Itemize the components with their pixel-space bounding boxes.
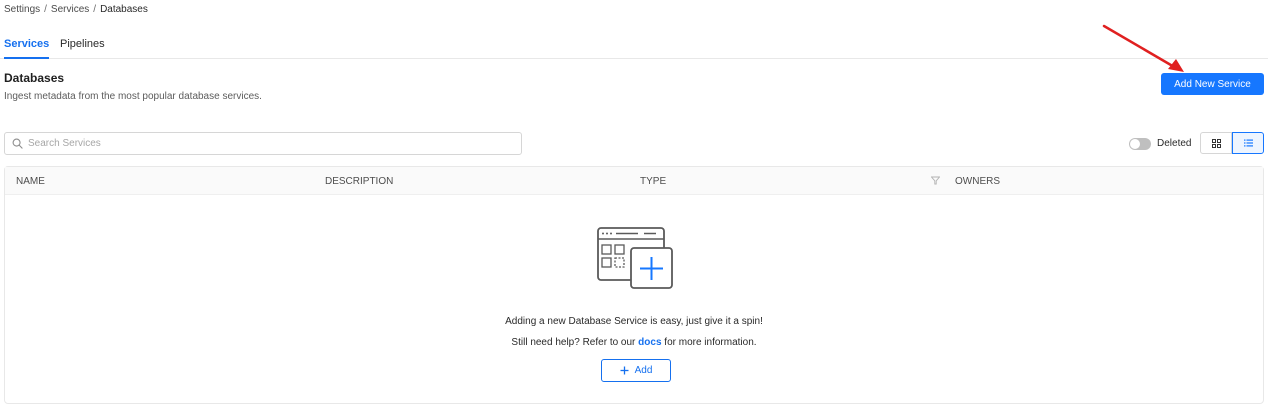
deleted-toggle[interactable] [1129,138,1151,150]
add-button[interactable]: Add [601,359,671,382]
toggle-knob [1130,139,1140,149]
column-header-type: TYPE [640,176,667,187]
page-subtitle: Ingest metadata from the most popular da… [4,91,262,102]
search-input[interactable] [28,138,508,149]
help-prefix: Still need help? Refer to our [511,337,636,348]
breadcrumb-settings[interactable]: Settings [4,4,40,15]
grid-icon [1211,138,1221,148]
column-header-description: DESCRIPTION [325,176,394,187]
add-button-label: Add [634,365,653,376]
tab-bar: Services Pipelines [0,30,1268,59]
table-header: NAME DESCRIPTION TYPE OWNERS [5,167,1263,195]
annotation-arrow-icon [1102,24,1184,72]
column-header-name: NAME [16,176,45,187]
breadcrumb: Settings / Services / Databases [4,4,148,15]
column-header-owners: OWNERS [955,176,1000,187]
docs-link[interactable]: docs [638,337,661,348]
filter-icon[interactable] [931,176,940,185]
help-suffix: for more information. [664,337,757,348]
breadcrumb-separator: / [44,4,47,15]
breadcrumb-separator: / [93,4,97,15]
empty-state-message: Adding a new Database Service is easy, j… [505,316,763,327]
tab-pipelines[interactable]: Pipelines [60,38,105,50]
list-icon [1243,139,1253,147]
breadcrumb-databases: Databases [100,4,148,15]
deleted-label: Deleted [1157,138,1192,149]
search-box[interactable] [4,132,522,155]
tab-services[interactable]: Services [4,38,50,59]
breadcrumb-services[interactable]: Services [51,4,89,15]
add-new-service-button[interactable]: Add New Service [1161,73,1264,95]
add-service-illustration-icon [597,227,673,289]
plus-icon [620,366,629,375]
list-view-button[interactable] [1232,132,1264,154]
grid-view-button[interactable] [1200,132,1232,154]
page-title: Databases [4,71,65,85]
empty-state-help: Still need help? Refer to our docs for m… [0,337,1268,348]
search-icon [12,138,23,149]
